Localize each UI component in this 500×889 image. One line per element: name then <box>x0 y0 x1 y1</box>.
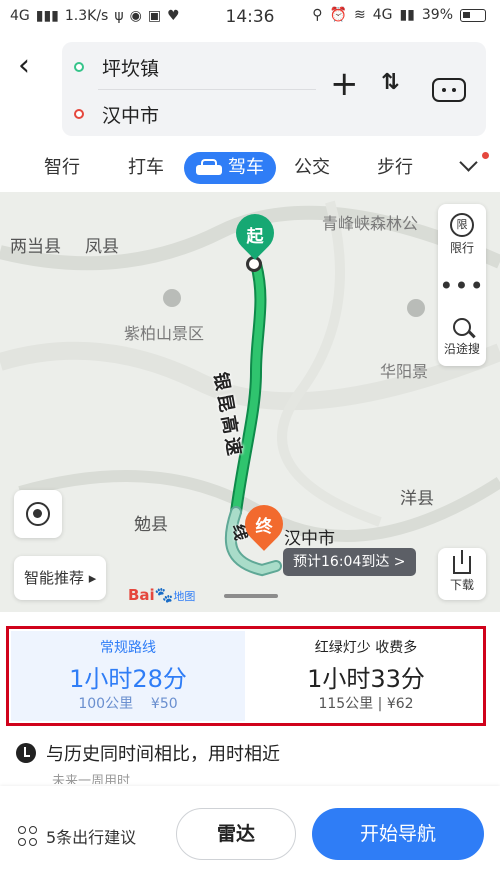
network-type: 4G <box>372 7 393 23</box>
alarm-icon: ⏰ <box>329 7 347 23</box>
travel-suggestions-label: 5条出行建议 <box>46 828 137 847</box>
battery-level: 39% <box>421 7 453 23</box>
start-navigation-button[interactable]: 开始导航 <box>312 808 484 860</box>
limit-icon: 限 <box>450 212 474 237</box>
destination-field[interactable]: 汉中市 <box>74 92 159 136</box>
grid-icon <box>18 826 38 846</box>
more-tabs-chevron-icon[interactable] <box>459 152 489 176</box>
search-along-button[interactable]: 沿途搜 <box>438 308 486 366</box>
route-duration: 1小时33分 <box>307 665 425 693</box>
tab-drive[interactable]: 驾车 <box>184 152 276 184</box>
signal-icon-2: ▮▮ <box>399 7 415 23</box>
more-dots-icon: ••• <box>439 272 485 300</box>
map-place-liangdang: 两当县 <box>10 237 61 257</box>
add-waypoint-icon[interactable]: + <box>330 64 359 104</box>
map-place-zibaishan: 紫柏山景区 <box>124 324 205 343</box>
download-button[interactable]: 下载 <box>438 548 486 600</box>
wifi-icon: ≋ <box>353 7 366 23</box>
map-place-qingfengxia: 青峰峡森林公 <box>322 214 419 233</box>
history-tip-text: 与历史同时间相比，用时相近 <box>46 744 280 765</box>
route-options-highlight: 常规路线 1小时28分 100公里 ¥50 红绿灯少 收费多 1小时33分 11… <box>6 626 486 726</box>
history-tip-sub: 未来一周用时 <box>52 774 131 784</box>
tab-taxi[interactable]: 打车 <box>128 152 164 184</box>
notification-dot <box>482 152 489 159</box>
endpoints-box: 坪坎镇 汉中市 <box>62 42 348 136</box>
start-pin-label: 起 <box>246 227 264 247</box>
route-header: ‹ 坪坎镇 汉中市 + ⇅ <box>0 34 500 142</box>
back-icon[interactable]: ‹ <box>18 50 50 82</box>
route-distance: 100公里 <box>78 696 134 712</box>
mode-tabs: 智行 打车 驾车 公交 步行 <box>0 142 500 192</box>
download-icon <box>453 550 471 574</box>
drag-handle[interactable] <box>224 594 278 598</box>
car-icon <box>196 159 222 177</box>
limit-label: 限行 <box>449 240 474 255</box>
tab-smart[interactable]: 智行 <box>44 152 80 184</box>
smart-recommend-button[interactable]: 智能推荐 ▸ <box>14 556 107 600</box>
route-meta: 115公里 | ¥62 <box>318 696 414 712</box>
battery-icon <box>460 8 486 22</box>
radar-button[interactable]: 雷达 <box>176 808 296 860</box>
map-place-huayang: 华阳景 <box>380 362 429 381</box>
status-right: ⚲ ⏰ ≋ 4G ▮▮ 39% <box>312 7 486 23</box>
status-bar: 4G ▮▮▮ 1.3K/s ψ ◉ ▣ ♥ 14:36 ⚲ ⏰ ≋ 4G ▮▮ … <box>0 0 500 34</box>
locate-icon <box>26 502 50 526</box>
tab-drive-label: 驾车 <box>228 157 264 178</box>
search-along-label: 沿途搜 <box>443 341 480 356</box>
destination-label: 汉中市 <box>102 104 160 127</box>
tab-walk[interactable]: 步行 <box>377 152 413 184</box>
route-duration: 1小时28分 <box>69 665 187 693</box>
route-option-2[interactable]: 红绿灯少 收费多 1小时33分 115公里 | ¥62 <box>249 631 483 721</box>
eta-chip[interactable]: 预计16:04到达 > <box>283 548 416 576</box>
history-tip[interactable]: 与历史同时间相比，用时相近 <box>16 740 280 766</box>
route-cost: ¥62 <box>386 696 414 712</box>
search-icon <box>453 317 471 336</box>
route-tag: 常规路线 <box>100 640 156 656</box>
destination-dot-icon <box>74 109 84 119</box>
more-options-icon[interactable] <box>432 78 466 102</box>
route-cost: ¥50 <box>150 696 178 712</box>
route-tag: 红绿灯少 收费多 <box>314 640 418 656</box>
map-place-yangxian: 洋县 <box>400 489 434 509</box>
end-pin-label: 终 <box>255 517 273 537</box>
swap-icon[interactable]: ⇅ <box>381 70 400 95</box>
map-place-mianxian: 勉县 <box>134 515 168 535</box>
download-label: 下载 <box>449 578 474 592</box>
origin-dot-icon <box>74 62 84 72</box>
route-distance: 115公里 <box>318 696 374 712</box>
gps-icon: ⚲ <box>312 7 323 23</box>
locate-button[interactable] <box>14 490 62 538</box>
route-meta: 100公里 ¥50 <box>11 693 245 713</box>
map-view[interactable]: 两当县 凤县 青峰峡森林公 紫柏山景区 华阳景 勉县 洋县 汉中市 银昆高速 线… <box>0 192 500 612</box>
endpoint-divider <box>98 89 348 90</box>
map-place-hanzhong: 汉中市 <box>284 529 335 549</box>
origin-label: 坪坎镇 <box>102 57 160 80</box>
origin-field[interactable]: 坪坎镇 <box>74 45 159 89</box>
map-side-panel: 限 限行 ••• 沿途搜 <box>438 204 486 366</box>
clock-tip-icon <box>16 743 36 763</box>
travel-suggestions-button[interactable]: 5条出行建议 <box>18 824 136 848</box>
map-place-fengxian: 凤县 <box>85 237 119 257</box>
baidu-map-logo: Bai🐾地图 <box>128 586 196 604</box>
action-bar: 5条出行建议 雷达 开始导航 <box>0 786 500 889</box>
tab-transit[interactable]: 公交 <box>294 152 330 184</box>
limit-button[interactable]: 限 限行 <box>438 204 486 264</box>
route-option-1[interactable]: 常规路线 1小时28分 100公里 ¥50 <box>11 631 245 721</box>
map-more-button[interactable]: ••• <box>438 264 486 308</box>
